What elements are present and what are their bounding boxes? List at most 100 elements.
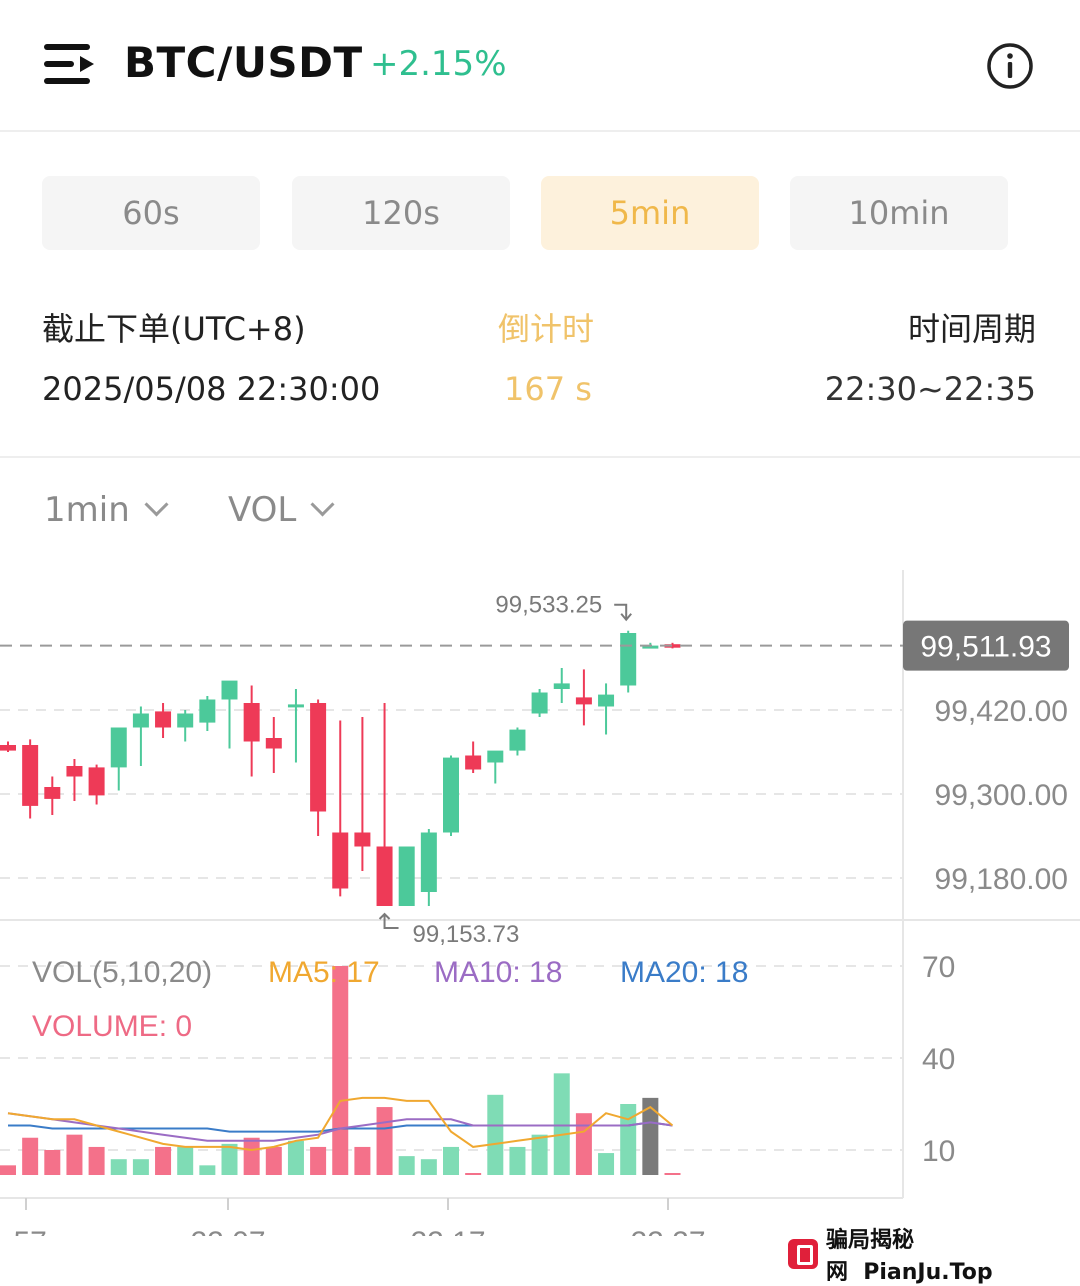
volume-bar: [287, 1140, 304, 1175]
volume-bar: [354, 1146, 371, 1175]
cutoff-value: 2025/05/08 22:30:00: [42, 370, 381, 408]
candle-body: [509, 729, 526, 751]
candle-body: [420, 832, 437, 892]
candle-body: [620, 633, 637, 686]
volume-bar: [243, 1137, 260, 1175]
period-label: 时间周期: [907, 310, 1036, 348]
volume-bar: [487, 1094, 504, 1175]
volume-bar: [66, 1134, 83, 1175]
volume-bar: [22, 1137, 39, 1175]
interval-select[interactable]: 1min: [44, 490, 169, 530]
time-tick-label: 22:27: [630, 1226, 705, 1236]
candle-body: [22, 745, 39, 806]
candle-body: [376, 846, 393, 906]
volume-bar: [199, 1165, 216, 1175]
info-icon[interactable]: [986, 42, 1034, 90]
volume-bar: [332, 966, 349, 1175]
candle-body: [354, 832, 371, 847]
tab-120s[interactable]: 120s: [292, 176, 510, 250]
candle-body: [110, 727, 127, 768]
volume-bar: [553, 1073, 570, 1175]
volume-bar: [620, 1104, 637, 1175]
candle-body: [553, 683, 570, 689]
indicator-select-label: VOL: [228, 490, 297, 530]
candle-body: [443, 757, 459, 833]
volume-bar: [310, 1146, 327, 1175]
volume-bar: [265, 1146, 282, 1175]
tab-10min[interactable]: 10min: [790, 176, 1008, 250]
candle-body: [310, 703, 327, 812]
order-info: 截止下单(UTC+8) 2025/05/08 22:30:00 倒计时 167 …: [0, 290, 1080, 458]
candle-body: [265, 738, 282, 749]
candle-body: [132, 713, 149, 728]
cutoff-label: 截止下单(UTC+8): [42, 310, 306, 348]
time-tick-label: :57: [5, 1226, 47, 1236]
ma10-label: MA10: 18: [434, 956, 562, 989]
time-tick-label: 22:07: [190, 1226, 265, 1236]
price-chart[interactable]: 99,420.00 99,300.00 99,180.00 70 40 10 :57 22:0…: [0, 560, 1080, 1236]
countdown-label: 倒计时: [498, 310, 595, 348]
price-tick-label: 99,180.00: [935, 863, 1068, 896]
volume-bar: [110, 1159, 127, 1175]
ma5-label: MA5: 17: [268, 956, 380, 989]
menu-icon[interactable]: [42, 42, 96, 88]
candle-body: [332, 832, 349, 889]
volume-label: VOLUME: 0: [32, 1010, 192, 1043]
current-price-text: 99,511.93: [920, 631, 1051, 664]
ma20-label: MA20: 18: [620, 956, 748, 989]
candle-body: [199, 699, 216, 723]
watermark-logo-icon: [788, 1239, 818, 1269]
volume-bar: [88, 1146, 105, 1175]
duration-tabs: 60s 120s 5min 10min: [0, 176, 1080, 252]
price-tick-label: 99,300.00: [935, 779, 1068, 812]
volume-tick-label: 40: [922, 1043, 955, 1076]
countdown-value: 167 s: [504, 370, 592, 408]
chevron-down-icon: [144, 492, 169, 517]
watermark: 骗局揭秘网 PianJu.Top: [788, 1228, 1080, 1285]
candle-body: [287, 704, 304, 708]
price-tick-label: 99,420.00: [935, 695, 1068, 728]
interval-select-label: 1min: [44, 490, 130, 530]
chevron-down-icon: [310, 492, 335, 517]
candle-body: [531, 692, 548, 714]
candle-body: [243, 703, 260, 742]
volume-bar: [443, 1146, 459, 1175]
low-price-label: 99,153.73: [413, 921, 520, 948]
volume-bar: [376, 1107, 393, 1175]
candle-body: [487, 750, 504, 763]
candle-body: [177, 713, 194, 728]
volume-bar: [465, 1173, 482, 1175]
tab-5min[interactable]: 5min: [541, 176, 759, 250]
indicator-select[interactable]: VOL: [228, 490, 335, 530]
top-bar: BTC/USDT +2.15%: [0, 0, 1080, 132]
candle-body: [398, 846, 415, 906]
trading-pair-title[interactable]: BTC/USDT: [124, 38, 363, 87]
candle-body: [598, 694, 615, 707]
candle-body: [66, 766, 83, 777]
volume-bar: [509, 1146, 526, 1175]
period-value: 22:30~22:35: [824, 370, 1036, 408]
volume-tick-label: 70: [922, 951, 955, 984]
high-price-label: 99,533.25: [495, 592, 602, 619]
volume-bar: [132, 1159, 149, 1175]
price-change-percent: +2.15%: [370, 44, 507, 84]
volume-bar: [177, 1146, 194, 1175]
candle-body: [44, 787, 61, 799]
volume-tick-label: 10: [922, 1135, 955, 1168]
volume-bar: [420, 1159, 437, 1175]
candle-body: [575, 697, 592, 705]
volume-bar: [0, 1165, 16, 1175]
volume-bar: [598, 1153, 615, 1175]
candle-body: [88, 767, 105, 796]
time-tick-label: 22:17: [410, 1226, 485, 1236]
tab-60s[interactable]: 60s: [42, 176, 260, 250]
candle-body: [465, 755, 482, 770]
candle-body: [155, 711, 172, 728]
candle-body: [221, 680, 238, 700]
vol-title: VOL(5,10,20): [32, 956, 212, 989]
volume-bar: [664, 1173, 681, 1175]
candle-body: [0, 745, 16, 751]
volume-bar: [575, 1113, 592, 1175]
volume-bar: [398, 1156, 415, 1175]
volume-bar: [155, 1146, 172, 1175]
